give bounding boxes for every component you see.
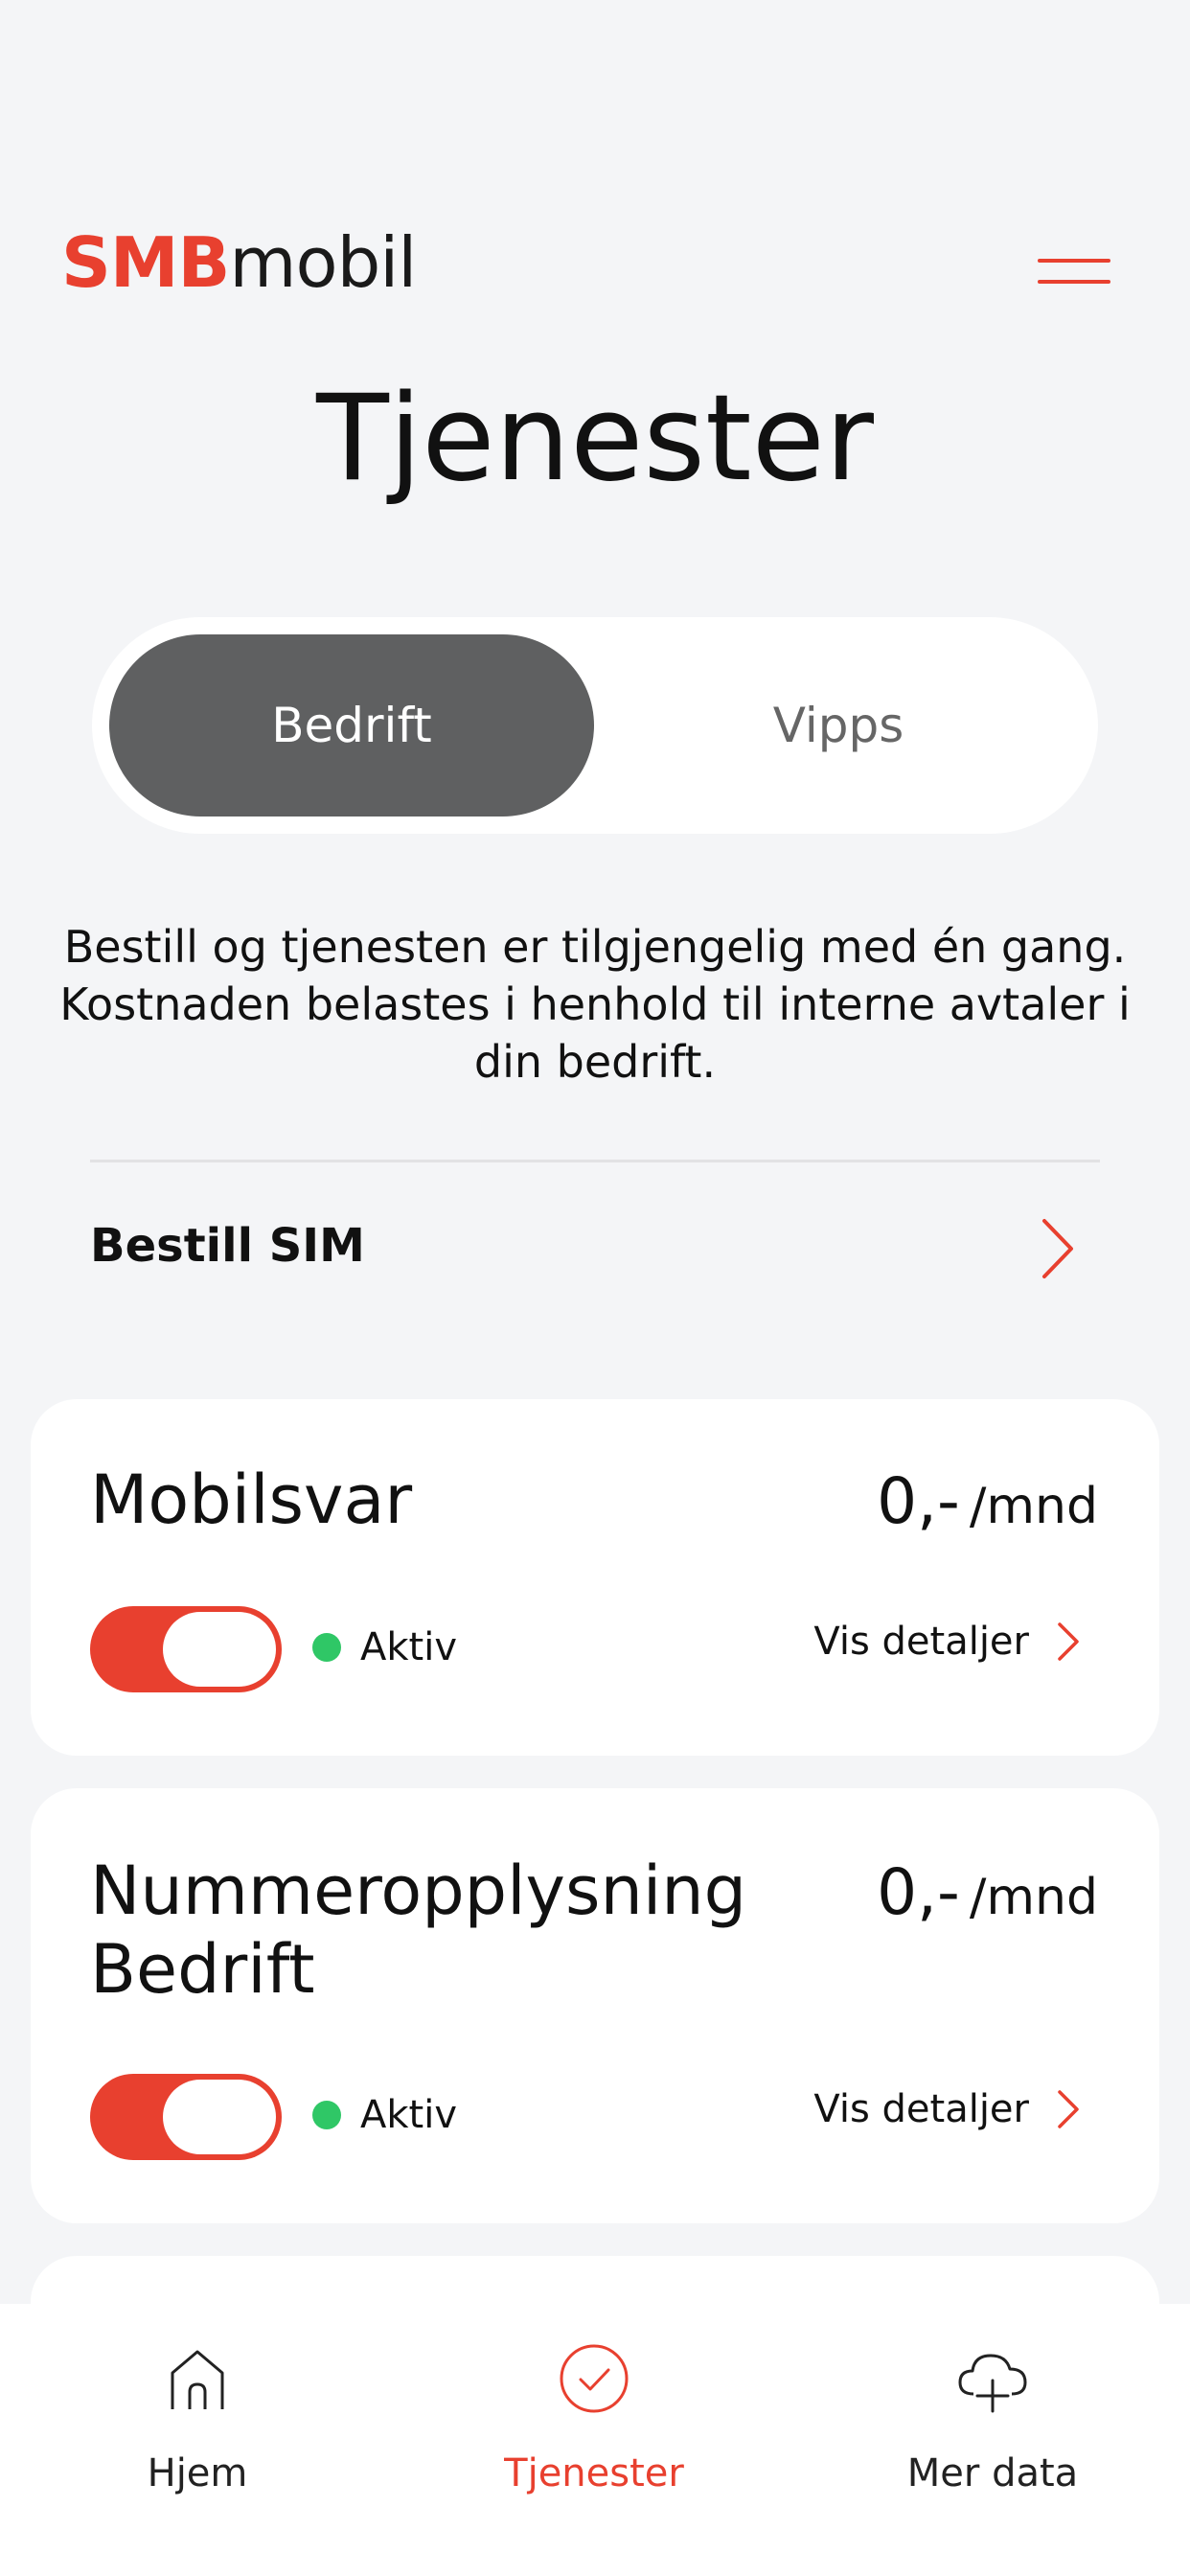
menu-line [1038,259,1110,263]
service-card-nummeropplysning: Nummeropplysning Bedrift 0,-/mnd Aktiv V… [31,1788,1159,2223]
tab-home[interactable]: Hjem [73,2338,322,2520]
segment-vipps[interactable]: Vipps [596,634,1081,816]
view-details-link[interactable]: Vis detaljer [813,2087,1081,2131]
order-sim-label: Bestill SIM [90,1219,365,1273]
service-name: Nummeropplysning Bedrift [90,1852,747,2009]
status-text: Aktiv [360,2093,457,2137]
hamburger-menu-icon[interactable] [1030,240,1116,297]
service-toggle[interactable] [90,1606,282,1692]
tab-services[interactable]: Tjenester [469,2338,719,2520]
tab-services-label: Tjenester [504,2451,684,2496]
app-header: SMBmobil [0,211,1190,316]
page-title: Tjenester [316,370,874,508]
toggle-knob [163,1612,276,1687]
status-indicator: Aktiv [312,2093,457,2137]
segment-bedrift[interactable]: Bedrift [109,634,594,816]
view-details-label: Vis detaljer [813,2087,1029,2131]
divider [90,1160,1100,1162]
home-icon [171,2350,224,2409]
status-indicator: Aktiv [312,1625,457,1669]
logo-brand: SMB [61,222,230,303]
view-details-link[interactable]: Vis detaljer [813,1620,1081,1664]
logo-suffix: mobil [229,222,417,303]
view-details-label: Vis detaljer [813,1620,1029,1664]
status-text: Aktiv [360,1625,457,1669]
price-unit: /mnd [969,1478,1098,1535]
status-dot-icon [312,2101,341,2129]
service-price: 0,-/mnd [877,1464,1098,1538]
segmented-control: Bedrift Vipps [92,617,1098,834]
bottom-tab-bar: Hjem Tjenester Mer data [0,2304,1190,2576]
service-price: 0,-/mnd [877,1855,1098,1929]
chevron-right-icon [1058,1622,1079,1661]
description-text: Bestill og tjenesten er tilgjengelig med… [59,921,1131,1088]
status-dot-icon [312,1633,341,1662]
toggle-knob [163,2080,276,2154]
order-sim-row[interactable]: Bestill SIM [90,1188,1100,1313]
chevron-right-icon [1058,2090,1079,2128]
price-unit: /mnd [969,1869,1098,1926]
service-card-mobilsvar: Mobilsvar 0,-/mnd Aktiv Vis detaljer [31,1399,1159,1756]
cloud-plus-icon [958,2354,1027,2413]
price-amount: 0,- [877,1464,960,1538]
tab-more-data-label: Mer data [906,2451,1079,2496]
chevron-right-icon [1042,1219,1073,1278]
service-toggle[interactable] [90,2074,282,2160]
tab-home-label: Hjem [147,2451,248,2496]
price-amount: 0,- [877,1855,960,1929]
status-bar [0,0,1190,182]
logo: SMBmobil [61,228,417,297]
check-circle-icon [560,2344,629,2413]
menu-line [1038,280,1110,284]
service-name: Mobilsvar [90,1460,413,1539]
tab-more-data[interactable]: Mer data [868,2338,1117,2520]
